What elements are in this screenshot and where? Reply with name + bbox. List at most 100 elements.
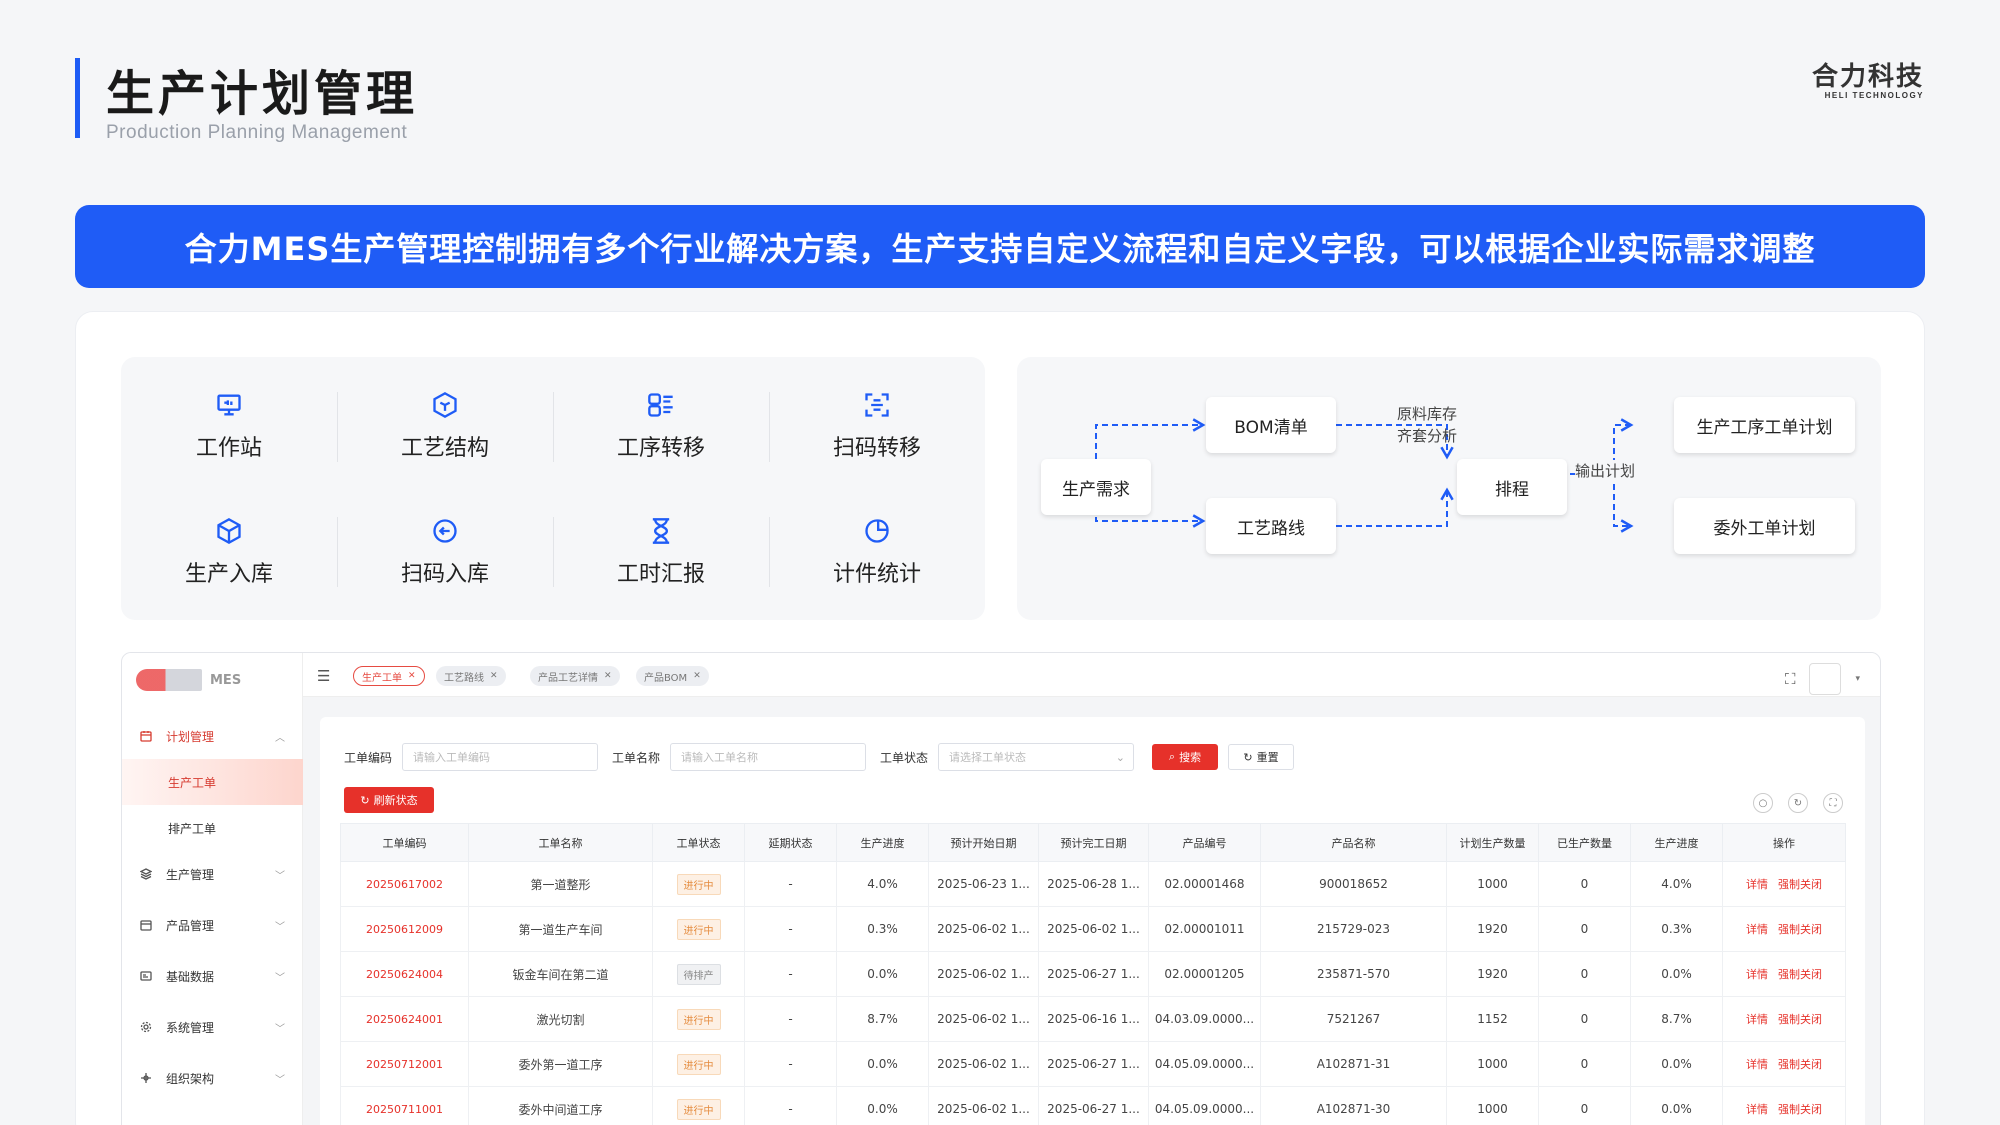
feature-scan-inbound[interactable]: 扫码入库	[337, 492, 553, 612]
code-input[interactable]: 请输入工单编码	[402, 743, 599, 771]
fullscreen-icon[interactable]: ⛶	[1785, 670, 1796, 688]
table-row[interactable]: 20250612009 第一道生产车间 进行中 -0.3% 2025-06-02 1..…	[340, 906, 1846, 952]
column-header[interactable]: 工单状态	[652, 823, 745, 862]
table-row[interactable]: 20250624004 钣金车间在第二道 待排产 -0.0% 2025-06-02 1.…	[340, 951, 1846, 997]
name-input[interactable]: 请输入工单名称	[670, 743, 867, 771]
force-close-link[interactable]: 强制关闭	[1778, 1103, 1822, 1116]
chevron-down-icon: ﹀	[275, 870, 285, 882]
table-row[interactable]: 20250624001 激光切割 进行中 -8.7% 2025-06-02 1... 20…	[340, 996, 1846, 1042]
feature-label: 工时汇报	[616, 562, 705, 587]
status-badge: 进行中	[676, 1098, 721, 1120]
flow-node-process-plan: 生产工序工单计划	[1674, 397, 1855, 453]
column-header[interactable]: 工单名称	[468, 823, 653, 862]
force-close-link[interactable]: 强制关闭	[1778, 968, 1822, 981]
force-close-link[interactable]: 强制关闭	[1778, 878, 1822, 891]
column-header[interactable]: 预计开始日期	[928, 823, 1039, 862]
close-icon[interactable]: ✕	[604, 671, 612, 681]
status-select[interactable]: 请选择工单状态 ⌄	[938, 743, 1135, 771]
column-settings-icon[interactable]: ⛶	[1823, 793, 1843, 813]
feature-workstation[interactable]: 工作站	[121, 366, 337, 486]
column-header[interactable]: 产品编号	[1148, 823, 1261, 862]
sidebar-item-basic[interactable]: 基础数据 ﹀	[122, 953, 303, 999]
detail-link[interactable]: 详情	[1746, 968, 1768, 981]
order-code-cell[interactable]: 20250612009	[340, 906, 469, 952]
caret-down-icon[interactable]: ▾	[1855, 674, 1860, 684]
close-icon[interactable]: ✕	[408, 671, 416, 681]
table-cell: 0.0%	[836, 951, 929, 997]
flow-node-outsource-plan: 委外工单计划	[1674, 498, 1855, 554]
table-cell: 4.0%	[1630, 861, 1723, 907]
app-sidebar: MES 计划管理 ︿ 生产工单 排产工单 生产管理 ﹀ 产品管理 ﹀ 基础数据	[122, 653, 303, 1125]
table-row[interactable]: 20250711001 委外中间道工序 进行中 -0.0% 2025-06-02 1..…	[340, 1086, 1846, 1125]
sidebar-sub-order[interactable]: 生产工单	[122, 759, 303, 805]
close-icon[interactable]: ✕	[693, 671, 701, 681]
close-icon[interactable]: ✕	[490, 671, 498, 681]
order-code-cell[interactable]: 20250712001	[340, 1041, 469, 1087]
column-header[interactable]: 工单编码	[340, 823, 469, 862]
column-header[interactable]: 生产进度	[1630, 823, 1723, 862]
table-row[interactable]: 20250712001 委外第一道工序 进行中 -0.0% 2025-06-02 1..…	[340, 1041, 1846, 1087]
flow-note-stock-line2: 齐套分析	[1397, 427, 1458, 445]
force-close-link[interactable]: 强制关闭	[1778, 923, 1822, 936]
sidebar-item-org[interactable]: 组织架构 ﹀	[122, 1055, 303, 1101]
feature-production-inbound[interactable]: 生产入库	[121, 492, 337, 612]
table-cell: 0	[1538, 1041, 1631, 1087]
feature-process-structure[interactable]: 工艺结构	[337, 366, 553, 486]
force-close-link[interactable]: 强制关闭	[1778, 1058, 1822, 1071]
order-code-cell[interactable]: 20250624004	[340, 951, 469, 997]
detail-link[interactable]: 详情	[1746, 1013, 1768, 1026]
sidebar-item-production[interactable]: 生产管理 ﹀	[122, 851, 303, 897]
detail-link[interactable]: 详情	[1746, 1103, 1768, 1116]
column-header[interactable]: 延期状态	[744, 823, 837, 862]
search-button-label: 搜索	[1179, 751, 1202, 764]
tab-order[interactable]: 生产工单 ✕	[353, 666, 425, 686]
flow-node-demand: 生产需求	[1041, 459, 1151, 515]
search-toggle-icon[interactable]: ○	[1753, 793, 1773, 813]
order-code-cell[interactable]: 20250711001	[340, 1086, 469, 1125]
column-header[interactable]: 生产进度	[836, 823, 929, 862]
detail-link[interactable]: 详情	[1746, 923, 1768, 936]
sidebar-item-system[interactable]: 系统管理 ﹀	[122, 1004, 303, 1050]
tab-route[interactable]: 工艺路线 ✕	[436, 666, 506, 686]
order-code-cell[interactable]: 20250617002	[340, 861, 469, 907]
reload-icon[interactable]: ↻	[1788, 793, 1808, 813]
table-cell: 8.7%	[836, 996, 929, 1042]
sidebar-label: 生产管理	[166, 867, 215, 882]
force-close-link[interactable]: 强制关闭	[1778, 1013, 1822, 1026]
sidebar-item-plan[interactable]: 计划管理 ︿	[122, 713, 303, 759]
mes-app-window: MES 计划管理 ︿ 生产工单 排产工单 生产管理 ﹀ 产品管理 ﹀ 基础数据	[121, 652, 1881, 1125]
feature-process-transfer[interactable]: 工序转移	[553, 366, 769, 486]
table-cell: -	[744, 1086, 837, 1125]
chevron-down-icon: ﹀	[275, 972, 285, 984]
box-icon	[214, 516, 244, 546]
table-cell: 进行中	[652, 861, 745, 907]
menu-toggle-icon[interactable]: ☰	[317, 667, 330, 685]
order-code-cell[interactable]: 20250624001	[340, 996, 469, 1042]
planning-flow-diagram: 生产需求 BOM清单 工艺路线 排程 生产工序工单计划 委外工单计划 原料库存 …	[1017, 357, 1881, 620]
column-header[interactable]: 产品名称	[1260, 823, 1447, 862]
search-button[interactable]: ⌕ 搜索	[1152, 744, 1218, 770]
sidebar-item-product[interactable]: 产品管理 ﹀	[122, 902, 303, 948]
table-cell: 04.05.09.0000...	[1148, 1041, 1261, 1087]
reset-button[interactable]: ↻ 重置	[1228, 744, 1294, 770]
detail-link[interactable]: 详情	[1746, 878, 1768, 891]
avatar[interactable]	[1809, 663, 1842, 695]
table-cell: 0	[1538, 906, 1631, 952]
sidebar-sub-schedule[interactable]: 排产工单	[122, 805, 303, 851]
feature-scan-transfer[interactable]: 扫码转移	[769, 366, 985, 486]
column-header[interactable]: 预计完工日期	[1038, 823, 1149, 862]
feature-piece-stats[interactable]: 计件统计	[769, 492, 985, 612]
column-header[interactable]: 计划生产数量	[1446, 823, 1539, 862]
table-cell: 0	[1538, 861, 1631, 907]
refresh-status-button[interactable]: ↻ 刷新状态	[344, 787, 434, 813]
column-header[interactable]: 已生产数量	[1538, 823, 1631, 862]
detail-link[interactable]: 详情	[1746, 1058, 1768, 1071]
feature-label: 扫码入库	[400, 562, 489, 587]
table-cell: 2025-06-16 1...	[1038, 996, 1149, 1042]
feature-hours-report[interactable]: 工时汇报	[553, 492, 769, 612]
table-cell: 0	[1538, 1086, 1631, 1125]
filter-code: 工单编码 请输入工单编码	[344, 743, 599, 771]
table-row[interactable]: 20250617002 第一道整形 进行中 -4.0% 2025-06-23 1... 2…	[340, 861, 1846, 907]
tab-process-detail[interactable]: 产品工艺详情 ✕	[530, 666, 620, 686]
tab-bom[interactable]: 产品BOM ✕	[636, 666, 709, 686]
